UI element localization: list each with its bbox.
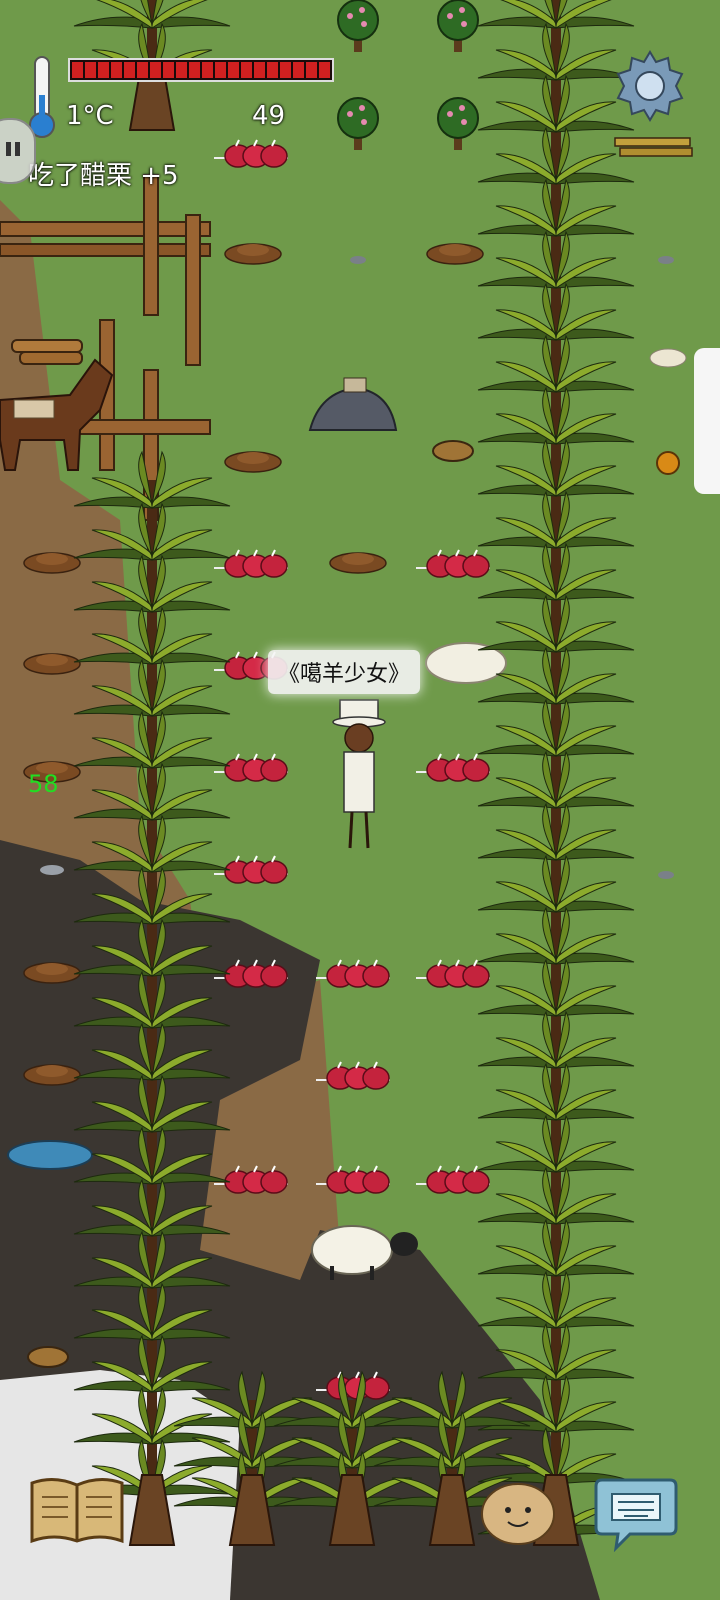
woven-basket[interactable]	[27, 1346, 69, 1368]
flint-chip[interactable]	[658, 256, 674, 264]
woven-basket[interactable]	[432, 440, 474, 462]
hunger-pip	[111, 62, 122, 78]
hunger-pip	[254, 62, 265, 78]
player-name-text: 《噶羊少女》	[278, 662, 411, 687]
hunger-pip	[202, 62, 213, 78]
hunger-pip	[124, 62, 135, 78]
potato-face-icon[interactable]	[480, 1480, 556, 1546]
hunger-pip	[150, 62, 161, 78]
game-world[interactable]	[0, 0, 720, 1600]
round-stone[interactable]	[649, 348, 687, 368]
speech-icon[interactable]	[0, 118, 36, 184]
hunger-pip	[215, 62, 226, 78]
dung-pile[interactable]	[426, 243, 484, 265]
hunger-pip	[280, 62, 291, 78]
water-pond[interactable]	[7, 1140, 93, 1170]
dung-pile[interactable]	[224, 451, 282, 473]
orange-fruit[interactable]	[656, 451, 680, 475]
age-counter: 49	[252, 101, 286, 131]
book-icon[interactable]	[28, 1475, 126, 1545]
other-player-age: 58	[28, 770, 59, 798]
firewood-pile[interactable]	[11, 339, 83, 365]
side-pull-tab[interactable]	[694, 348, 720, 494]
flint-chip[interactable]	[350, 256, 366, 264]
dung-pile[interactable]	[23, 552, 81, 574]
temperature-readout: 1°C	[66, 101, 114, 131]
hunger-pip	[72, 62, 83, 78]
hunger-pip	[306, 62, 317, 78]
gear-icon[interactable]	[612, 48, 688, 124]
player-name-label: 《噶羊少女》	[268, 650, 421, 694]
hunger-pip	[137, 62, 148, 78]
hunger-pip	[85, 62, 96, 78]
hunger-pip	[228, 62, 239, 78]
hunger-pip	[98, 62, 109, 78]
flint-chip[interactable]	[658, 871, 674, 879]
keyboard-icon[interactable]	[594, 1476, 678, 1553]
hunger-pip	[163, 62, 174, 78]
dung-pile[interactable]	[23, 962, 81, 984]
hunger-pip	[241, 62, 252, 78]
status-message: 吃了醋栗 +5	[28, 161, 179, 191]
dung-pile[interactable]	[23, 1064, 81, 1086]
hunger-pip	[267, 62, 278, 78]
hunger-pip	[319, 62, 330, 78]
dung-pile[interactable]	[224, 243, 282, 265]
dung-pile[interactable]	[23, 653, 81, 675]
hunger-pip	[176, 62, 187, 78]
hunger-pip	[189, 62, 200, 78]
hunger-bar	[68, 58, 334, 82]
flint-chip[interactable]	[40, 865, 64, 875]
dung-pile[interactable]	[329, 552, 387, 574]
hunger-pip	[293, 62, 304, 78]
